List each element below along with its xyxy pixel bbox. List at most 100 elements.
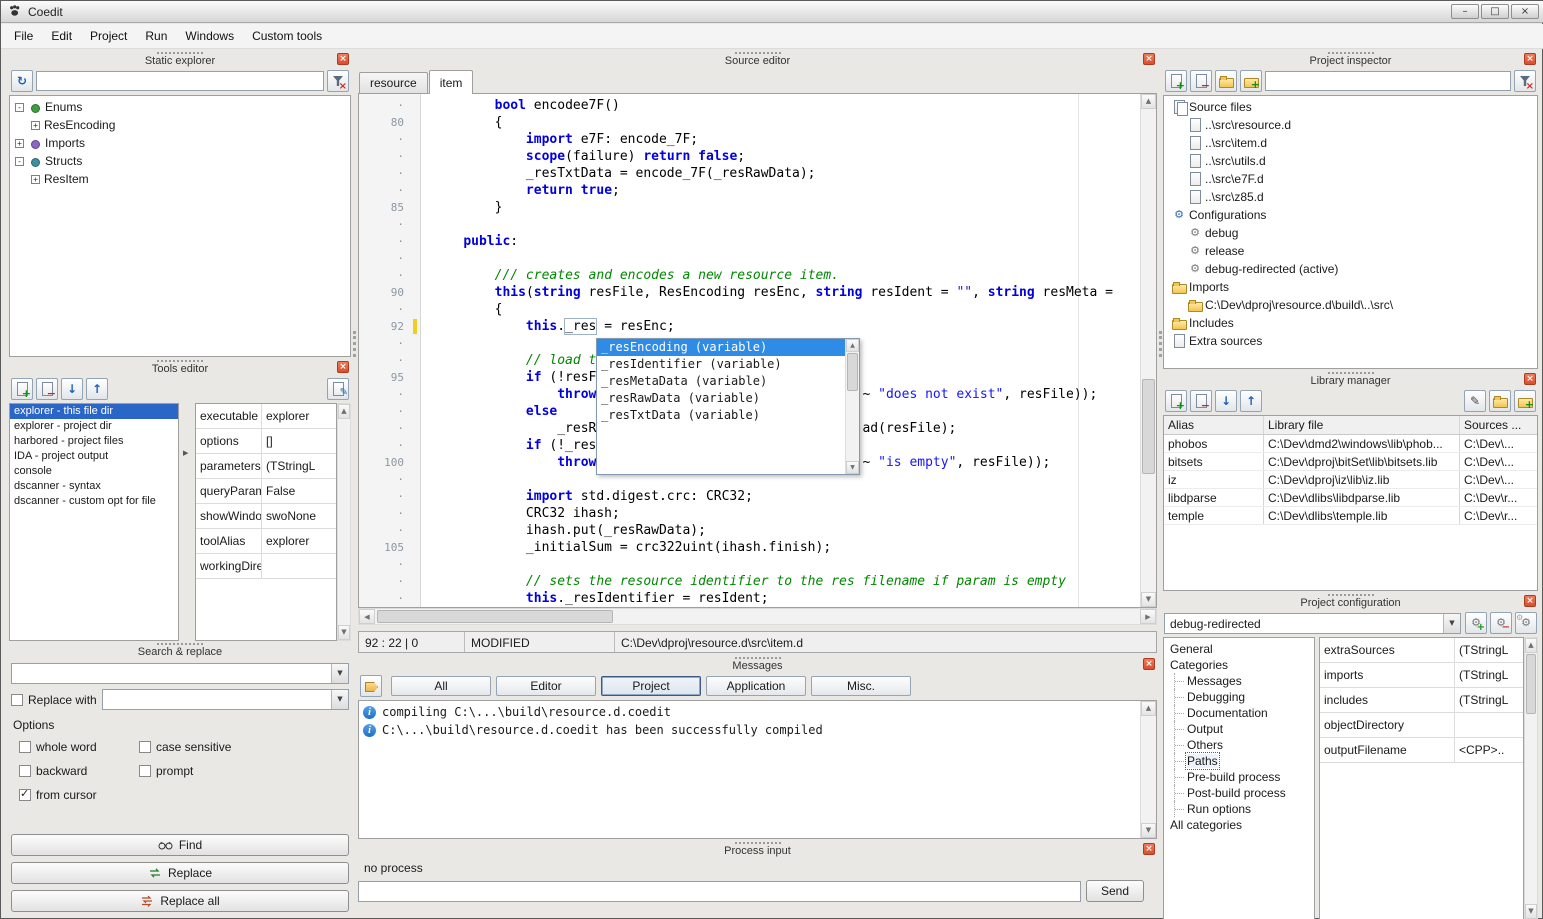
- code-line[interactable]: scope(failure) return false;: [432, 148, 1140, 165]
- panel-grip[interactable]: [1328, 52, 1374, 54]
- code-line[interactable]: return true;: [432, 182, 1140, 199]
- category-messages[interactable]: Messages: [1174, 673, 1314, 689]
- replace-term-combo[interactable]: [102, 689, 349, 710]
- category-all-categories[interactable]: All categories: [1164, 817, 1314, 833]
- tool-item-dscanner-custom-opt-for-file[interactable]: dscanner - custom opt for file: [10, 494, 178, 509]
- panel-header[interactable]: Project inspector: [1163, 51, 1538, 67]
- tool-grid-scrollbar[interactable]: [337, 403, 351, 641]
- code-line[interactable]: // sets the resource identifier to the r…: [432, 573, 1140, 590]
- tree-item[interactable]: ..\src\utils.d: [1164, 152, 1537, 170]
- code-line[interactable]: _initialSum = crc322uint(ihash.finish);: [432, 539, 1140, 556]
- category-run-options[interactable]: Run options: [1174, 801, 1314, 817]
- completion-list[interactable]: _resEncoding (variable)_resIdentifier (v…: [597, 339, 845, 474]
- scroll-right-icon[interactable]: [1140, 609, 1156, 624]
- menu-file[interactable]: File: [5, 25, 42, 47]
- tools-splitter[interactable]: [179, 403, 195, 641]
- code-line[interactable]: [432, 250, 1140, 267]
- panel-header[interactable]: Process input: [358, 841, 1157, 857]
- panel-header[interactable]: Static explorer: [9, 51, 351, 67]
- menu-windows[interactable]: Windows: [176, 25, 243, 47]
- close-panel-button[interactable]: [1143, 658, 1155, 670]
- option-backward[interactable]: backward: [19, 764, 139, 778]
- panel-grip[interactable]: [735, 52, 781, 54]
- close-panel-button[interactable]: [1524, 53, 1536, 65]
- configuration-select[interactable]: debug-redirected: [1164, 613, 1461, 634]
- code-line[interactable]: import e7F: encode_7F;: [432, 131, 1140, 148]
- tree-item[interactable]: +Imports: [10, 134, 350, 152]
- move-tool-up-button[interactable]: [86, 378, 108, 400]
- move-library-up-button[interactable]: [1240, 390, 1262, 412]
- chevron-down-icon[interactable]: [331, 690, 348, 709]
- tree-item[interactable]: release: [1164, 242, 1537, 260]
- expand-box[interactable]: +: [15, 139, 24, 148]
- editor-vertical-scrollbar[interactable]: [1140, 94, 1156, 607]
- message-options-button[interactable]: [360, 675, 382, 697]
- code-line[interactable]: this._res = resEnc;: [432, 318, 1140, 335]
- messages-scrollbar[interactable]: [1140, 701, 1156, 838]
- tree-item[interactable]: +ResItem: [10, 170, 350, 188]
- table-row[interactable]: bitsetsC:\Dev\dproj\bitSet\lib\bitsets.l…: [1164, 453, 1537, 471]
- code-line[interactable]: _resTxtData = encode_7F(_resRawData);: [432, 165, 1140, 182]
- filter-all-button[interactable]: All: [391, 676, 491, 696]
- checkbox[interactable]: [139, 741, 151, 753]
- property-value[interactable]: (TStringL: [1455, 663, 1523, 687]
- completion-item[interactable]: _resIdentifier (variable): [597, 356, 845, 373]
- code-line[interactable]: /// creates and encodes a new resource i…: [432, 267, 1140, 284]
- tab-item[interactable]: item: [429, 70, 474, 94]
- maximize-button[interactable]: [1481, 4, 1509, 19]
- move-tool-down-button[interactable]: [61, 378, 83, 400]
- scroll-down-icon[interactable]: [1141, 823, 1156, 838]
- add-source-button[interactable]: [1165, 70, 1187, 92]
- scroll-up-icon[interactable]: [1525, 638, 1537, 653]
- code-line[interactable]: [432, 216, 1140, 233]
- close-panel-button[interactable]: [337, 53, 349, 65]
- panel-header[interactable]: Library manager: [1163, 371, 1538, 387]
- collapse-box[interactable]: -: [15, 157, 24, 166]
- code-line[interactable]: [432, 556, 1140, 573]
- tree-item[interactable]: Extra sources: [1164, 332, 1537, 350]
- scroll-thumb[interactable]: [847, 353, 858, 391]
- close-panel-button[interactable]: [1524, 595, 1536, 607]
- property-value[interactable]: False: [262, 479, 336, 503]
- property-value[interactable]: explorer: [262, 404, 336, 428]
- tool-item-explorer-this-file-dir[interactable]: explorer - this file dir: [10, 404, 178, 419]
- option-case-sensitive[interactable]: case sensitive: [139, 740, 341, 754]
- filter-project-button[interactable]: Project: [601, 676, 701, 696]
- move-library-down-button[interactable]: [1215, 390, 1237, 412]
- scroll-up-icon[interactable]: [846, 339, 859, 352]
- find-button[interactable]: Find: [11, 834, 349, 856]
- tool-item-dscanner-syntax[interactable]: dscanner - syntax: [10, 479, 178, 494]
- filter-files-button[interactable]: [1514, 70, 1536, 92]
- replace-with-option[interactable]: Replace with: [11, 693, 97, 707]
- edit-tool-button[interactable]: [327, 378, 349, 400]
- add-library-folder-button[interactable]: [1514, 390, 1536, 412]
- completion-item[interactable]: _resEncoding (variable): [597, 339, 845, 356]
- table-row[interactable]: templeC:\Dev\dlibs\temple.libC:\Dev\r...: [1164, 507, 1537, 525]
- send-button[interactable]: Send: [1086, 880, 1144, 902]
- menu-custom-tools[interactable]: Custom tools: [243, 25, 331, 47]
- code-line[interactable]: this._resIdentifier = resIdent;: [432, 590, 1140, 607]
- tree-item[interactable]: Imports: [1164, 278, 1537, 296]
- panel-grip[interactable]: [1328, 372, 1374, 374]
- left-column-splitter[interactable]: [353, 331, 356, 357]
- table-row[interactable]: izC:\Dev\dproj\iz\lib\iz.libC:\Dev\...: [1164, 471, 1537, 489]
- symbol-tree[interactable]: -Enums+ResEncoding+Imports-Structs+ResIt…: [9, 95, 351, 357]
- panel-grip[interactable]: [735, 657, 781, 659]
- tree-item[interactable]: C:\Dev\dproj\resource.d\build\..\src\: [1164, 296, 1537, 314]
- tree-item[interactable]: Source files: [1164, 98, 1537, 116]
- panel-grip[interactable]: [157, 360, 203, 362]
- code-line[interactable]: ihash.put(_resRawData);: [432, 522, 1140, 539]
- code-line[interactable]: import std.digest.crc: CRC32;: [432, 488, 1140, 505]
- code-line[interactable]: {: [432, 114, 1140, 131]
- category-pre-build-process[interactable]: Pre-build process: [1174, 769, 1314, 785]
- property-value[interactable]: [262, 554, 336, 578]
- category-post-build-process[interactable]: Post-build process: [1174, 785, 1314, 801]
- edit-library-button[interactable]: [1464, 390, 1486, 412]
- open-project-folder-button[interactable]: [1215, 70, 1237, 92]
- expand-box[interactable]: +: [31, 121, 40, 130]
- add-tool-button[interactable]: [11, 378, 33, 400]
- tree-item[interactable]: ..\src\resource.d: [1164, 116, 1537, 134]
- panel-header[interactable]: Project configuration: [1163, 593, 1538, 609]
- tool-item-harbored-project-files[interactable]: harbored - project files: [10, 434, 178, 449]
- category-paths[interactable]: Paths: [1174, 753, 1314, 769]
